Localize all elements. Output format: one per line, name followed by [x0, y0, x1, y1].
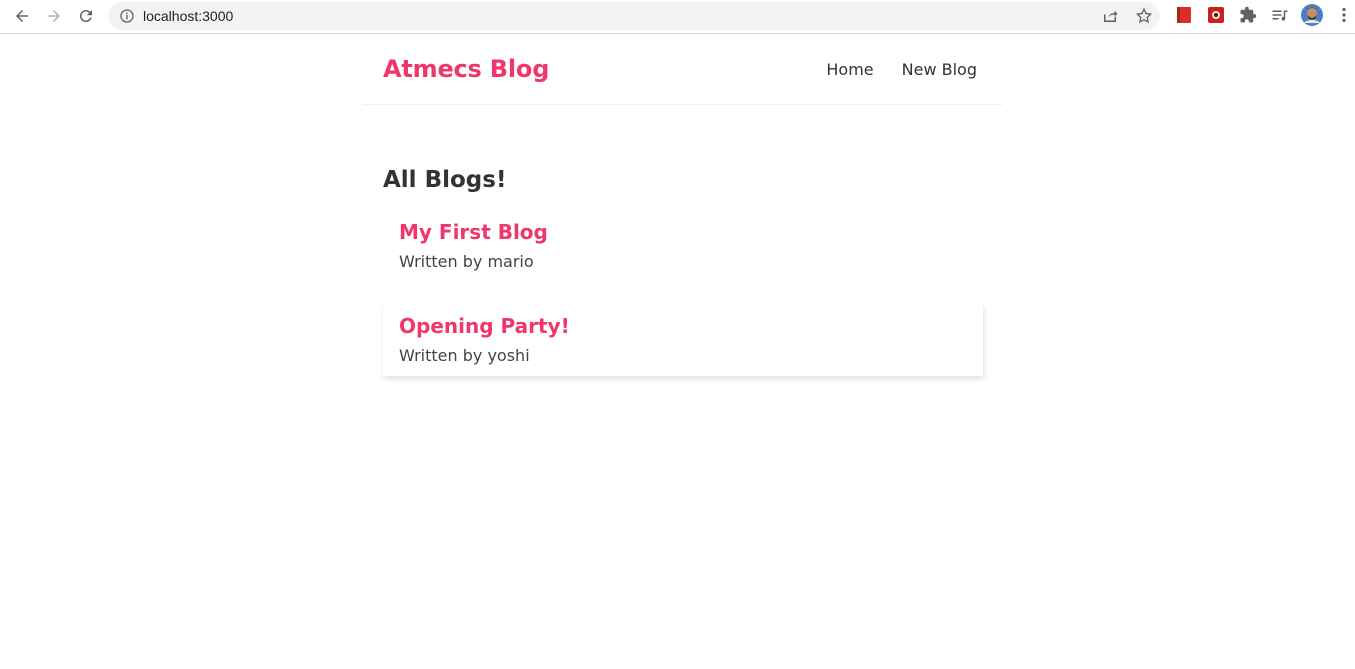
navbar: Atmecs Blog Home New Blog	[363, 35, 1003, 105]
blog-preview[interactable]: My First Blog Written by mario	[383, 210, 983, 282]
blog-title[interactable]: Opening Party!	[399, 314, 967, 338]
bookmark-star-icon[interactable]	[1135, 7, 1153, 25]
puzzle-icon[interactable]	[1239, 6, 1257, 24]
blog-author: Written by mario	[399, 252, 534, 271]
more-menu-icon[interactable]	[1335, 6, 1353, 24]
page: Atmecs Blog Home New Blog All Blogs! My …	[0, 35, 1355, 669]
avatar[interactable]	[1301, 4, 1323, 26]
blog-list: My First Blog Written by mario Opening P…	[383, 210, 983, 398]
site-brand: Atmecs Blog	[383, 55, 550, 83]
arrow-right-icon	[48, 10, 60, 22]
reload-icon	[79, 10, 92, 23]
url-text[interactable]: localhost:3000	[143, 8, 233, 24]
back-button[interactable]	[11, 5, 33, 27]
browser-toolbar: localhost:3000	[0, 0, 1355, 34]
info-icon[interactable]	[119, 8, 135, 24]
arrow-left-icon	[16, 10, 28, 22]
red-extension-icon[interactable]	[1207, 6, 1225, 24]
blog-preview[interactable]: Opening Party! Written by yoshi	[383, 304, 983, 376]
home-content: All Blogs! My First Blog Written by mari…	[383, 167, 983, 376]
share-icon[interactable]	[1101, 7, 1119, 25]
address-bar[interactable]: localhost:3000	[108, 2, 1160, 30]
blog-author: Written by yoshi	[399, 346, 530, 365]
page-title: All Blogs!	[383, 167, 507, 193]
nav-link-new-blog[interactable]: New Blog	[902, 60, 977, 79]
reload-button[interactable]	[75, 5, 97, 27]
forward-button[interactable]	[43, 5, 65, 27]
book-extension-icon[interactable]	[1175, 6, 1193, 24]
blog-title[interactable]: My First Blog	[399, 220, 967, 244]
reading-list-icon[interactable]	[1271, 6, 1289, 24]
nav-link-home[interactable]: Home	[826, 60, 873, 79]
nav-links: Home New Blog	[826, 60, 977, 79]
app-container: Atmecs Blog Home New Blog All Blogs! My …	[363, 35, 1003, 376]
